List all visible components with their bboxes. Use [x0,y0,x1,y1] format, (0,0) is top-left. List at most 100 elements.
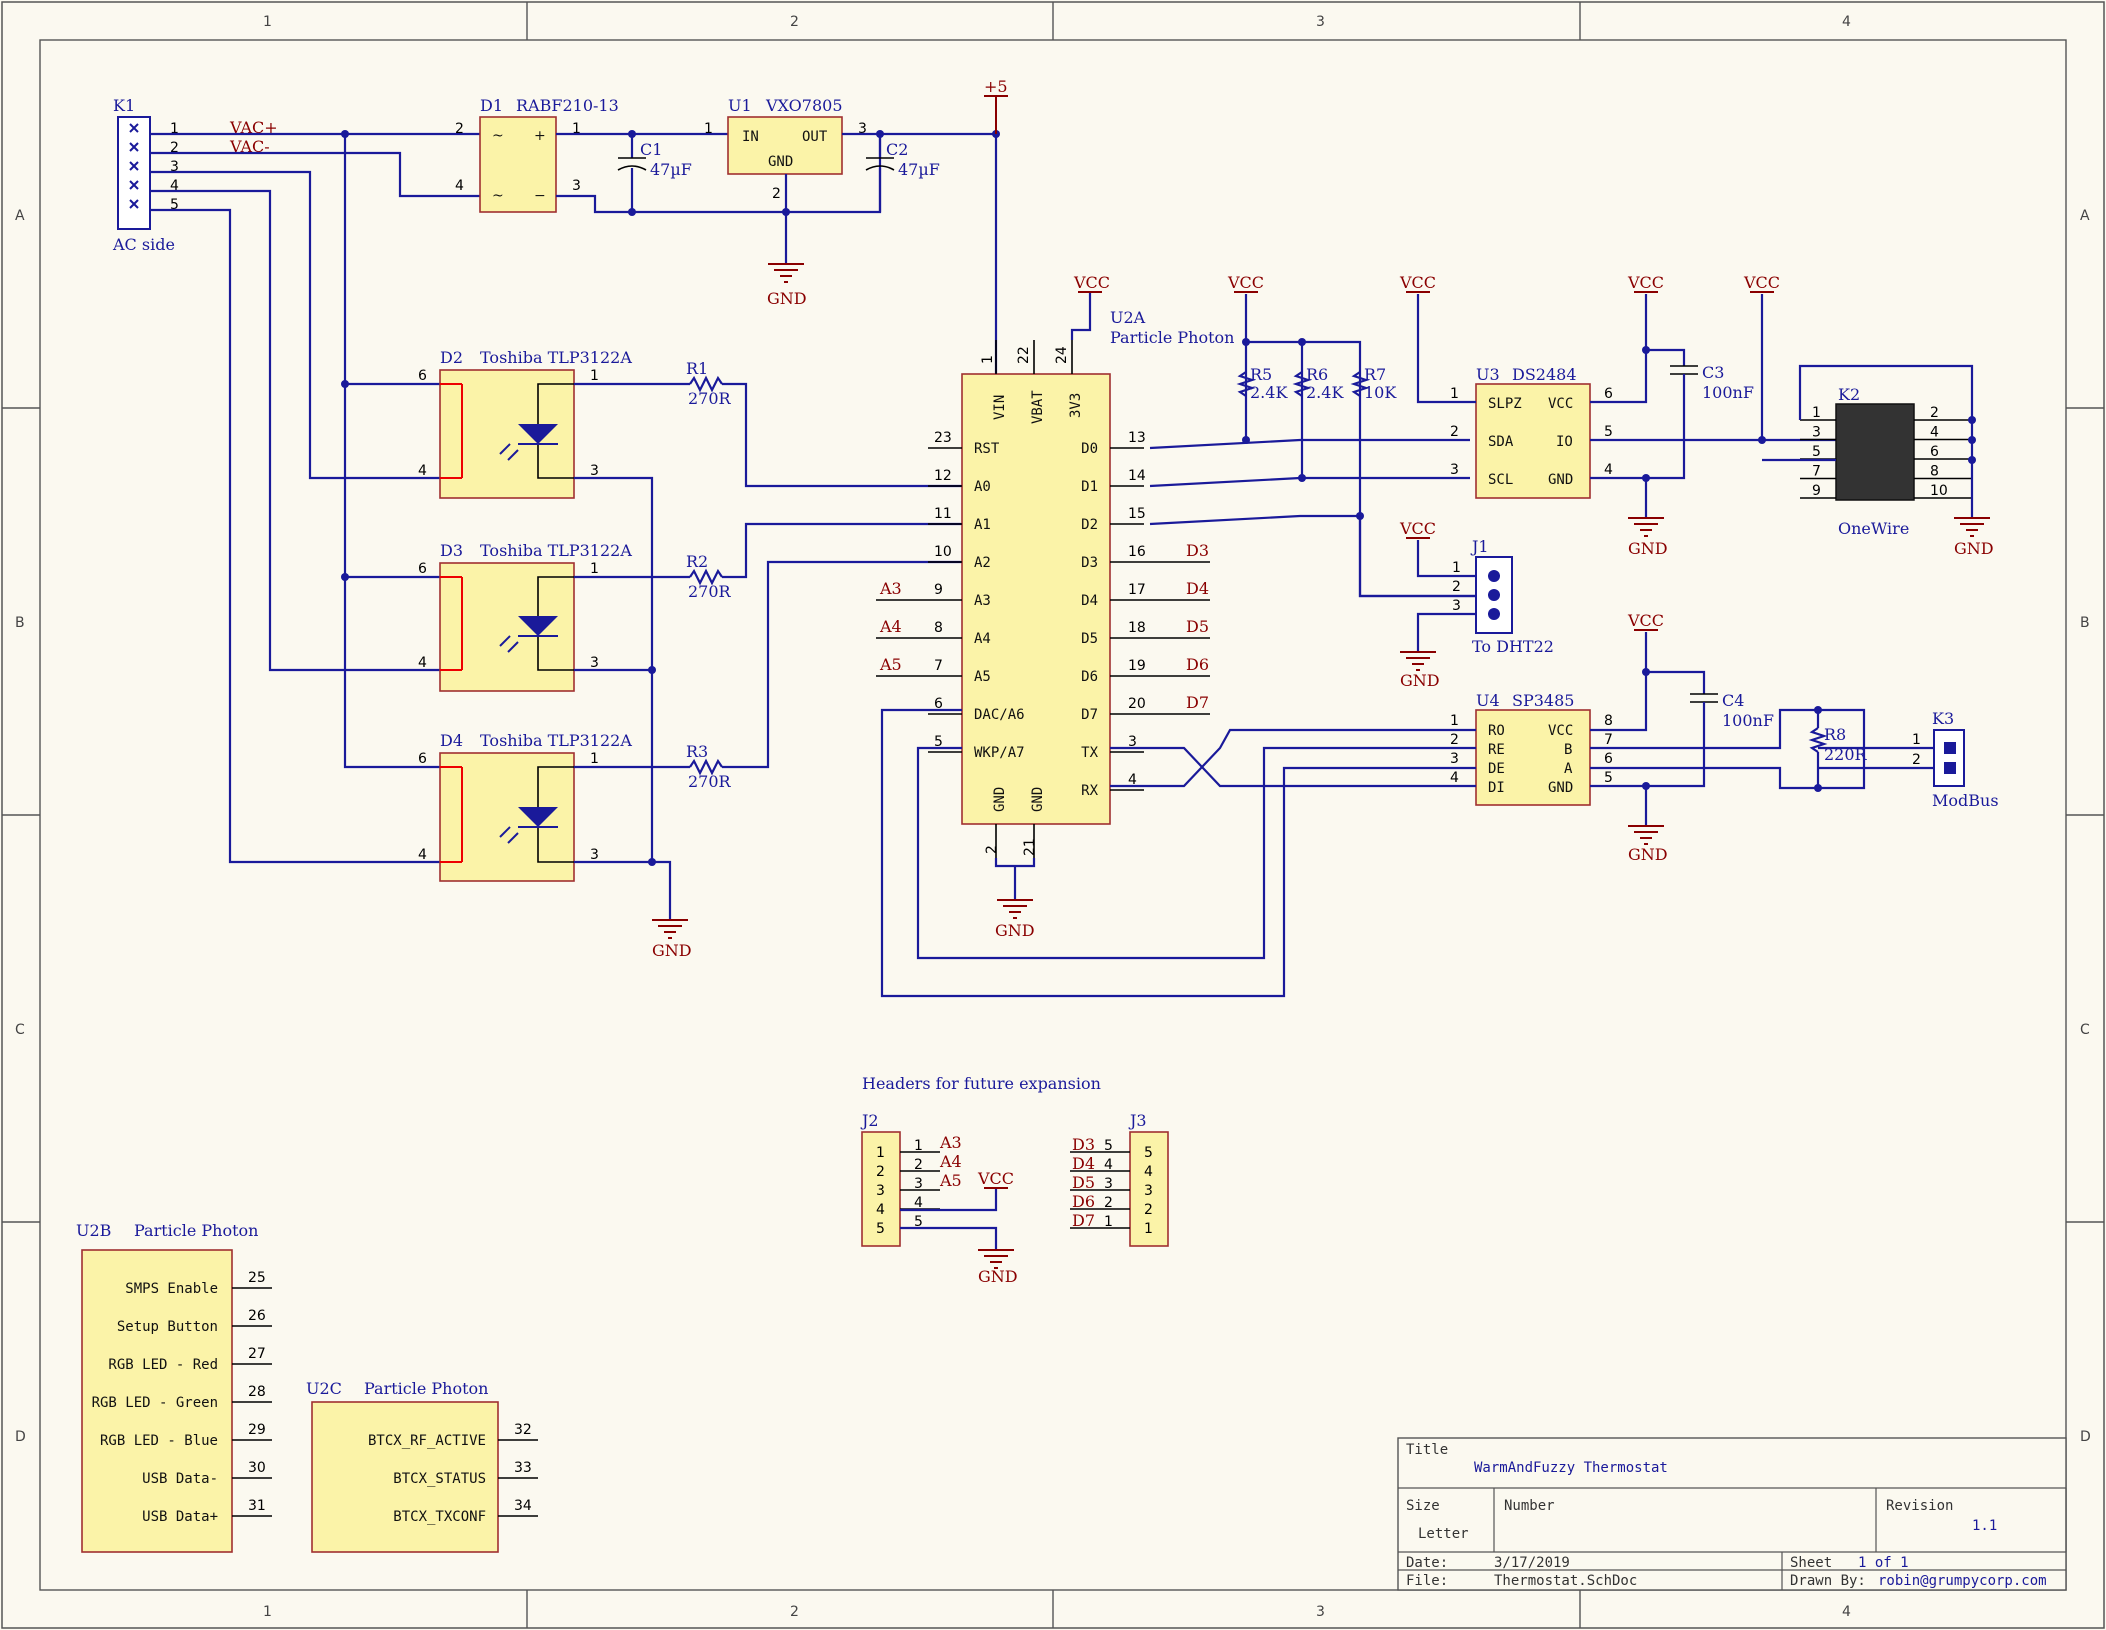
revision-label: Revision [1886,1498,1953,1514]
net-a5-j2: A5 [939,1171,962,1190]
u2b-label-6: USB Data- [142,1471,218,1487]
k2-pin-7: 7 [1812,464,1821,480]
net-a3-u2a: A3 [879,579,902,598]
title-block: Title WarmAndFuzzy Thermostat Size Lette… [1397,1437,2067,1591]
j1-pin-2: 2 [1452,579,1461,595]
u2a-label-d3: D3 [1081,555,1098,571]
size-value: Letter [1418,1526,1469,1542]
u2b-label-7: USB Data+ [142,1509,218,1525]
r6-ref: R6 [1306,365,1328,384]
d1-sym-minus: − [534,188,546,204]
k2-pin-1: 1 [1812,405,1821,421]
j3-pin-5: 5 [1104,1138,1113,1154]
gnd-label-u1: GND [767,289,807,308]
net-a4-u2a: A4 [879,617,902,636]
c2-value: 47µF [898,160,940,179]
u4-value: SP3485 [1512,691,1574,710]
u4-pin-6: 6 [1604,751,1613,767]
title-label: Title [1406,1442,1448,1458]
j2-pin-1: 1 [914,1138,923,1154]
u2c-label-3: BTCX_TXCONF [393,1509,486,1525]
gnd-label-opto: GND [652,941,692,960]
r2-value: 270R [688,582,732,601]
u2c-label-1: BTCX_RF_ACTIVE [368,1433,486,1449]
j1-pin-1: 1 [1452,560,1461,576]
u2a-ref: U2A [1110,308,1146,327]
u3-pin-6: 6 [1604,386,1613,402]
sheet-label: Sheet [1790,1555,1832,1571]
size-label: Size [1406,1498,1440,1514]
d1-sym-plus: + [534,128,546,144]
u2a-label-d4: D4 [1081,593,1098,609]
zone-col-2-top: 2 [790,14,799,30]
j3-pin-inner-3: 3 [1144,1183,1153,1199]
date-label: Date: [1406,1555,1448,1571]
u2c-pin-34: 34 [514,1498,532,1514]
u2a-label-d1: D1 [1081,479,1098,495]
u2a-pin-7: 7 [934,658,943,674]
u3-label-scl: SCL [1488,472,1513,488]
vcc-label-u3: VCC [1627,273,1664,292]
zone-row-a-left: A [15,208,25,224]
k1-desc: AC side [112,235,175,254]
k2-pin-5: 5 [1812,444,1821,460]
u2a-label-d7: D7 [1081,707,1098,723]
u4-pin-3: 3 [1450,751,1459,767]
u2b-pin-31: 31 [248,1498,266,1514]
u4-label-b: B [1564,742,1572,758]
u2b-pin-30: 30 [248,1460,266,1476]
u2b-value: Particle Photon [134,1221,258,1240]
u2a-pin-24: 24 [1054,346,1070,364]
j2-pin-inner-2: 2 [876,1164,885,1180]
zone-row-b-left: B [15,615,25,631]
title-value: WarmAndFuzzy Thermostat [1474,1460,1668,1476]
zone-col-4-bottom: 4 [1842,1604,1851,1620]
c4-value: 100nF [1722,711,1774,730]
u2a-label-wkp-a7: WKP/A7 [974,745,1025,761]
d3-pin-3: 3 [590,655,599,671]
k2-pin-3: 3 [1812,425,1821,441]
zone-row-c-right: C [2080,1022,2090,1038]
u4-label-a: A [1564,761,1573,777]
zone-col-2-bottom: 2 [790,1604,799,1620]
net-d3-j3: D3 [1072,1135,1095,1154]
u2a-pin-21: 21 [1022,838,1038,856]
u1-gnd-label: GND [768,154,793,170]
number-label: Number [1504,1498,1555,1514]
j2-pin-3: 3 [914,1176,923,1192]
j3-pin-3: 3 [1104,1176,1113,1192]
u2c-pin-32: 32 [514,1422,532,1438]
u3-pin-5: 5 [1604,424,1613,440]
u2a-label-dac-a6: DAC/A6 [974,707,1025,723]
j2-pin-inner-1: 1 [876,1145,885,1161]
k3-desc: ModBus [1932,791,1999,810]
gnd-label-k2: GND [1954,539,1994,558]
j2-pin-4: 4 [914,1195,923,1211]
zone-row-d-left: D [15,1429,26,1445]
u2a-pin-19: 19 [1128,658,1146,674]
u3-label-io: IO [1556,434,1573,450]
zone-row-a-right: A [2080,208,2090,224]
schematic-sheet: 1 2 3 4 1 2 3 4 A B C D A B C D K1 AC si… [1,1,2105,1629]
k2-pin-4: 4 [1930,425,1939,441]
net-d6-u2a: D6 [1186,655,1209,674]
u2b-ref: U2B [76,1221,111,1240]
file-label: File: [1406,1573,1448,1589]
k2-pin-2: 2 [1930,405,1939,421]
u4-pin-7: 7 [1604,732,1613,748]
j1-pin-3: 3 [1452,598,1461,614]
d1-pin-2: 2 [455,121,464,137]
u2a-pin-2: 2 [984,845,1000,854]
r1-ref: R1 [686,359,708,378]
c3-value: 100nF [1702,383,1754,402]
r5-ref: R5 [1250,365,1272,384]
u4-ref: U4 [1476,691,1500,710]
d1-ref: D1 [480,96,503,115]
u2a-label-d2: D2 [1081,517,1098,533]
drawn-label: Drawn By: [1790,1573,1866,1589]
u2a-label-gnd-1: GND [992,787,1008,812]
gnd-label-u2a: GND [995,921,1035,940]
d3-pin-4: 4 [418,655,427,671]
r2-ref: R2 [686,552,708,571]
u2b-pin-25: 25 [248,1270,266,1286]
